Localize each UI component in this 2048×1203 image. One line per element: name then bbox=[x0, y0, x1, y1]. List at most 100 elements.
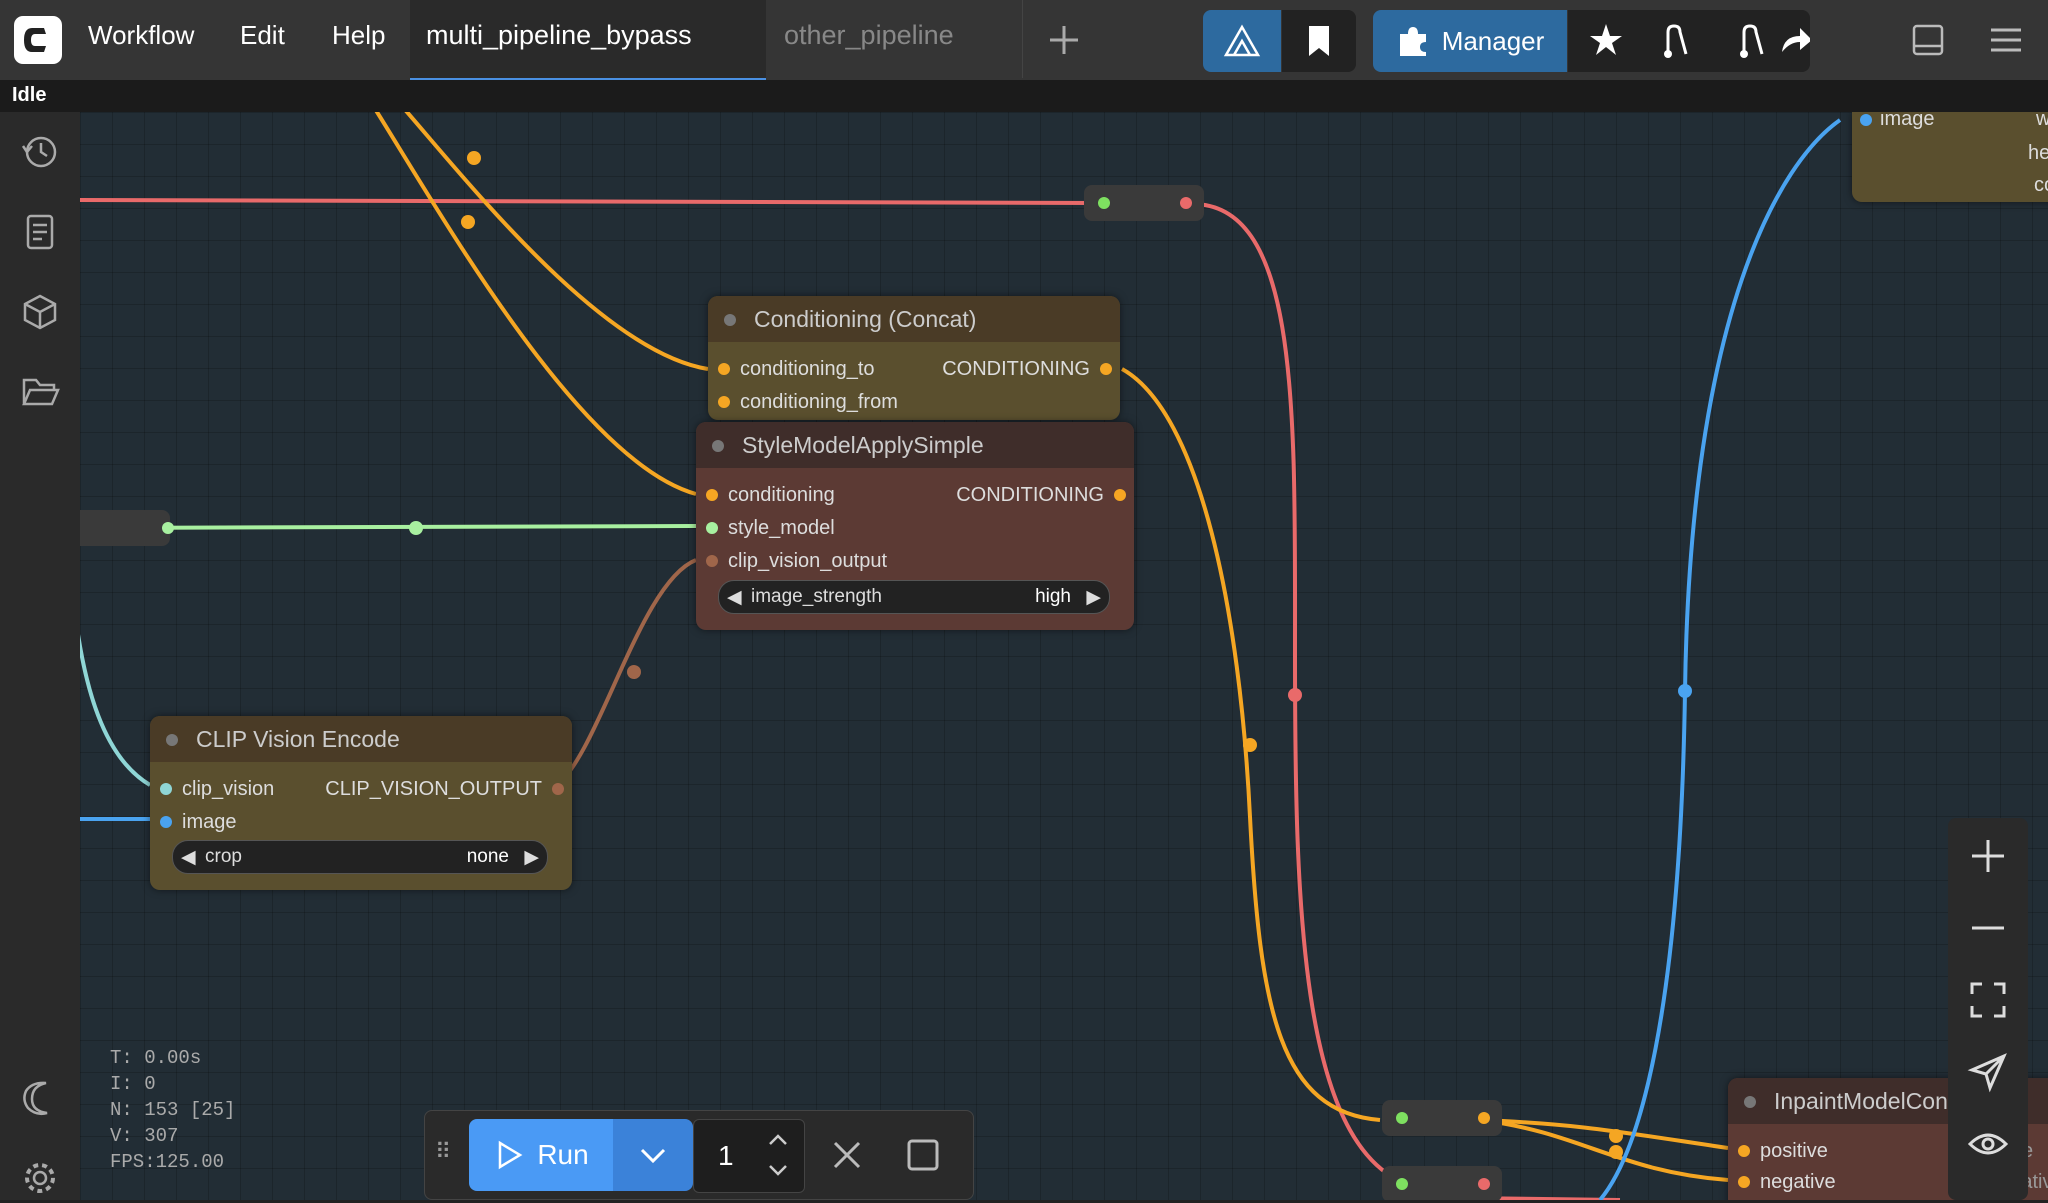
minus-icon bbox=[1972, 926, 2004, 930]
toggle-panel-button[interactable] bbox=[1910, 22, 1946, 58]
tab-multi-pipeline-bypass[interactable]: multi_pipeline_bypass bbox=[410, 0, 766, 80]
top-bar: Workflow Edit Help multi_pipeline_bypass… bbox=[0, 0, 2048, 80]
zoom-out-button[interactable] bbox=[1966, 906, 2010, 950]
mountain-icon bbox=[1223, 24, 1261, 57]
folder-icon bbox=[22, 378, 60, 406]
canvas-stats: T: 0.00s I: 0 N: 153 [25] V: 307 FPS:125… bbox=[110, 1047, 236, 1173]
node-title: InpaintModelCon bbox=[1774, 1088, 1948, 1114]
tab-other-pipeline[interactable]: other_pipeline bbox=[768, 0, 1023, 78]
sidebar bbox=[0, 112, 80, 1200]
status-text: Idle bbox=[12, 84, 47, 106]
comfy-hub-button[interactable] bbox=[1203, 10, 1281, 72]
stop-button[interactable] bbox=[903, 1135, 943, 1175]
slot-positive: positive bbox=[1760, 1140, 1828, 1162]
graph-links bbox=[80, 112, 1842, 1200]
bookmark-button[interactable] bbox=[1282, 10, 1356, 72]
workflows-button[interactable] bbox=[20, 372, 60, 412]
cancel-run-button[interactable] bbox=[827, 1135, 867, 1175]
fullscreen-icon bbox=[1970, 982, 2006, 1018]
slot-clip-vision-output: CLIP_VISION_OUTPUT bbox=[325, 778, 542, 800]
node-style-model-apply-simple[interactable]: StyleModelApplySimple conditioning style… bbox=[696, 422, 1134, 630]
run-button[interactable]: Run bbox=[469, 1119, 613, 1191]
decrement-arrow-icon[interactable]: ◀ bbox=[181, 846, 196, 869]
increment-arrow-icon[interactable]: ▶ bbox=[524, 846, 539, 869]
menu-edit[interactable]: Edit bbox=[240, 20, 285, 51]
cube-icon bbox=[23, 294, 57, 330]
node-conditioning-concat[interactable]: Conditioning (Concat) conditioning_to co… bbox=[708, 296, 1120, 420]
slot-clip-vision: clip_vision bbox=[182, 778, 275, 800]
reroute-node[interactable] bbox=[80, 510, 174, 546]
slot-conditioning: conditioning bbox=[728, 484, 835, 506]
play-icon bbox=[499, 1140, 523, 1170]
widget-image-strength[interactable]: ◀ image_strength high ▶ bbox=[718, 580, 1110, 614]
fit-view-button[interactable] bbox=[1966, 978, 2010, 1022]
puzzle-icon bbox=[1399, 27, 1426, 56]
graph-canvas[interactable]: image w he co Conditioning (Concat) cond… bbox=[80, 112, 2048, 1200]
canvas-controls bbox=[1948, 818, 2028, 1200]
slot-image: image bbox=[1880, 112, 1935, 130]
link-clip-vision bbox=[80, 633, 152, 787]
toolbar-actions bbox=[1568, 10, 1810, 72]
reroute-node[interactable] bbox=[1382, 1166, 1502, 1200]
slot-conditioning-out: CONDITIONING bbox=[942, 358, 1090, 380]
node-title: StyleModelApplySimple bbox=[742, 432, 984, 458]
app-logo[interactable] bbox=[14, 16, 62, 64]
chevron-down-icon bbox=[640, 1148, 666, 1164]
hamburger-icon bbox=[1991, 28, 2021, 52]
manager-button[interactable]: Manager bbox=[1373, 10, 1567, 72]
zoom-in-button[interactable] bbox=[1966, 834, 2010, 878]
batch-count-value: 1 bbox=[718, 1140, 734, 1171]
slot-style-model: style_model bbox=[728, 517, 835, 539]
link-red-vertical bbox=[1190, 201, 1421, 1190]
panel-icon bbox=[1912, 24, 1944, 56]
link-blue-vertical bbox=[1598, 118, 1842, 1200]
menu-help[interactable]: Help bbox=[332, 20, 385, 51]
stepper-arrows-icon[interactable] bbox=[766, 1130, 790, 1180]
slot-clip-vision-output: clip_vision_output bbox=[728, 550, 887, 572]
widget-crop[interactable]: ◀ crop none ▶ bbox=[172, 840, 548, 874]
history-button[interactable] bbox=[20, 132, 60, 172]
plus-icon bbox=[1050, 26, 1078, 54]
slot-conditioning-from: conditioning_from bbox=[740, 391, 898, 413]
status-bar: Idle bbox=[0, 80, 2048, 114]
history-icon bbox=[21, 136, 57, 168]
bookmark-icon bbox=[1309, 26, 1329, 56]
reroute-node[interactable] bbox=[1084, 185, 1204, 221]
decrement-arrow-icon[interactable]: ◀ bbox=[727, 586, 742, 609]
document-icon bbox=[26, 214, 54, 250]
node-icon-1 bbox=[1664, 24, 1688, 58]
stop-icon bbox=[907, 1139, 939, 1171]
close-icon bbox=[833, 1141, 861, 1169]
models-button[interactable] bbox=[20, 292, 60, 332]
select-mode-button[interactable] bbox=[1966, 1050, 2010, 1094]
moon-icon bbox=[23, 1081, 48, 1116]
batch-count-stepper[interactable]: 1 bbox=[693, 1119, 805, 1193]
main-menu-button[interactable] bbox=[1988, 22, 2024, 58]
run-options-button[interactable] bbox=[613, 1119, 693, 1191]
link-clip-vision-output bbox=[554, 558, 697, 788]
drag-handle[interactable]: ⠿ bbox=[435, 1139, 455, 1171]
reroute-node[interactable] bbox=[1382, 1100, 1502, 1136]
node-icon-2 bbox=[1740, 24, 1764, 58]
toggle-links-button[interactable] bbox=[1966, 1122, 2010, 1166]
slot-image: image bbox=[182, 811, 237, 833]
run-toolbar: ⠿ Run 1 bbox=[424, 1110, 974, 1200]
slot-negative: negative bbox=[1760, 1171, 1836, 1193]
node-clip-vision-encode[interactable]: CLIP Vision Encode clip_vision image CLI… bbox=[150, 716, 572, 890]
slot-conditioning-out: CONDITIONING bbox=[956, 484, 1104, 506]
star-icon bbox=[1590, 24, 1622, 55]
theme-toggle-button[interactable] bbox=[20, 1078, 60, 1118]
increment-arrow-icon[interactable]: ▶ bbox=[1086, 586, 1101, 609]
queue-button[interactable] bbox=[20, 212, 60, 252]
plus-icon bbox=[1972, 840, 2004, 872]
settings-button[interactable] bbox=[20, 1158, 60, 1198]
new-tab-button[interactable] bbox=[1044, 20, 1084, 60]
share-icon bbox=[1782, 28, 1810, 52]
gear-icon bbox=[25, 1163, 55, 1193]
slot-conditioning-to: conditioning_to bbox=[740, 358, 875, 380]
image-node[interactable]: image w he co bbox=[1852, 112, 2048, 202]
link-orange-2 bbox=[374, 112, 697, 496]
menu-workflow[interactable]: Workflow bbox=[88, 20, 194, 51]
eye-icon bbox=[1967, 1133, 2009, 1155]
comfy-logo-icon bbox=[24, 28, 46, 52]
